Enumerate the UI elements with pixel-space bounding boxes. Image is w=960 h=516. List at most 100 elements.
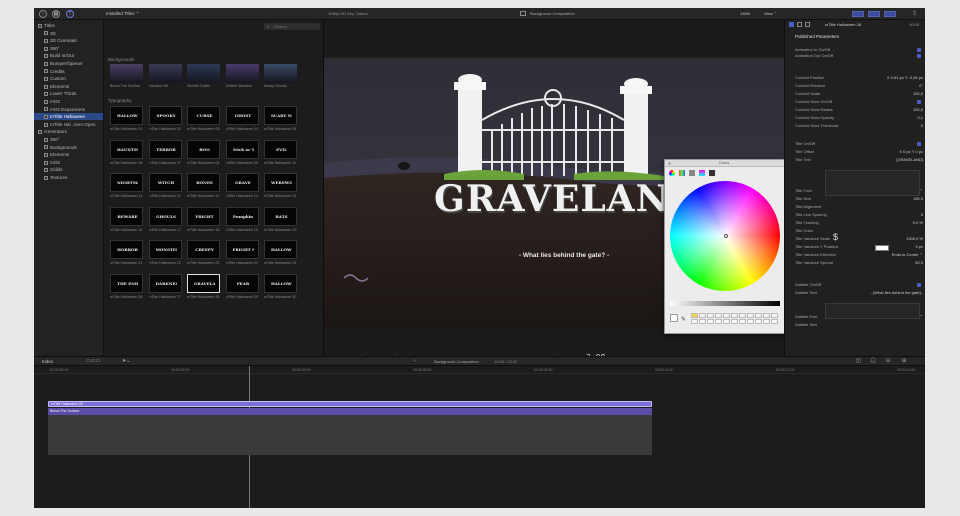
color-wheel-tab-icon[interactable] — [669, 170, 675, 176]
sidebar-item[interactable]: 3D — [34, 30, 103, 37]
picker-titlebar[interactable]: Colors — [665, 160, 784, 167]
title-color-well[interactable] — [875, 245, 889, 251]
title-thumbnail[interactable]: HALLOWEEN — [110, 106, 143, 125]
color-swatch-slot[interactable] — [699, 319, 706, 324]
sidebar-item[interactable]: mTitle Hal...leen Open — [34, 121, 103, 128]
color-swatch-slot[interactable] — [731, 319, 738, 324]
color-wheel[interactable] — [670, 181, 780, 291]
parameter-value[interactable]: 1000,0 % — [855, 236, 923, 242]
title-thumbnail[interactable]: FEAR — [225, 273, 259, 293]
color-palettes-tab-icon[interactable] — [689, 170, 695, 176]
color-swatch-slot[interactable] — [747, 313, 754, 318]
view-dropdown[interactable]: View ⌃ — [764, 11, 777, 16]
search-input[interactable]: ⌕ Search — [264, 23, 320, 30]
browser-toggle-icon[interactable]: ▦ — [52, 10, 60, 18]
parameter-value[interactable]: 0° — [855, 83, 923, 89]
color-swatch-slot[interactable] — [763, 319, 770, 324]
sidebar-item[interactable]: Build In/Out — [34, 52, 103, 59]
title-thumbnail[interactable]: BATS — [264, 206, 297, 226]
solo-icon[interactable]: 🎧 — [870, 358, 876, 364]
background-thumbnail[interactable] — [225, 64, 259, 83]
title-thumbnail[interactable]: BOO — [187, 139, 220, 159]
subtitle-text-field[interactable] — [825, 303, 920, 319]
selected-color-swatch[interactable] — [670, 314, 678, 322]
title-clip[interactable]: mTitle Halloween 28 — [48, 401, 652, 407]
title-thumbnail[interactable]: BEWARE — [110, 206, 143, 226]
title-thumbnail[interactable]: CURSE — [187, 106, 220, 125]
color-swatch-slot[interactable] — [699, 313, 706, 318]
clip-appearance-icon[interactable]: ▭▭▭ — [86, 358, 100, 364]
snapping-icon[interactable]: ⊟ — [886, 358, 890, 364]
title-thumbnail[interactable]: BONES — [187, 173, 220, 192]
background-thumbnail[interactable] — [264, 64, 297, 83]
color-swatch-slot[interactable] — [747, 319, 754, 324]
title-thumbnail[interactable]: DARKNESS — [148, 273, 182, 293]
title-thumbnail[interactable]: HALLOWEEN — [264, 240, 297, 259]
color-swatch-slot[interactable] — [707, 313, 714, 318]
audio-skimming-icon[interactable]: ◫ — [856, 358, 861, 364]
title-thumbnail[interactable]: HALLOWEEN — [264, 273, 297, 293]
title-thumbnail[interactable]: GHOST — [225, 106, 259, 125]
color-swatch-slot[interactable] — [731, 313, 738, 318]
color-swatch-slot[interactable] — [739, 319, 746, 324]
color-wheel-cursor[interactable] — [724, 234, 728, 238]
title-thumbnail[interactable]: EVIL — [264, 139, 297, 159]
share-icon[interactable]: ⇪ — [912, 10, 919, 17]
background-clip-body[interactable] — [48, 415, 652, 455]
parameter-checkbox[interactable] — [917, 100, 921, 104]
parameter-value[interactable]: 0,1 — [855, 115, 923, 121]
title-thumbnail[interactable]: Trick or Treat — [225, 139, 259, 159]
zoom-dropdown[interactable]: 130% — [740, 11, 750, 16]
title-thumbnail[interactable]: MONSTER — [148, 240, 182, 259]
parameter-value[interactable]: [GRAVELAND] — [855, 157, 923, 163]
parameter-value[interactable]: 0 — [855, 123, 923, 129]
parameter-checkbox[interactable] — [917, 54, 921, 58]
select-tool-icon[interactable]: ➤⌄ — [122, 358, 130, 364]
back-icon[interactable]: ‹ — [414, 358, 416, 364]
sidebar-item[interactable]: Elements — [34, 151, 103, 158]
library-dropdown[interactable]: Installed Titles ⌃ — [106, 11, 140, 17]
color-swatch-slot[interactable] — [691, 313, 698, 318]
sidebar-item[interactable]: 360° — [34, 45, 103, 52]
parameter-value[interactable]: 50,0 — [855, 260, 923, 266]
color-swatch-slot[interactable] — [771, 319, 778, 324]
video-inspector-icon[interactable] — [797, 22, 802, 27]
sidebar-item[interactable]: Backgrounds — [34, 144, 103, 151]
color-swatch-slot[interactable] — [723, 319, 730, 324]
browser-view-button[interactable] — [868, 11, 880, 17]
parameter-value[interactable]: 0,0 % — [855, 220, 923, 226]
title-text-field[interactable] — [825, 170, 920, 196]
color-swatch-slot[interactable] — [755, 319, 762, 324]
title-thumbnail[interactable]: CREEPY — [187, 240, 220, 259]
info-inspector-icon[interactable] — [805, 22, 810, 27]
background-thumbnail[interactable] — [148, 64, 182, 83]
sidebar-item[interactable]: 3D Cinematic — [34, 37, 103, 44]
color-swatch-slot[interactable] — [723, 313, 730, 318]
timeline-ruler[interactable]: 00:00:00:00 00:00:02:00 00:00:04:00 00:00:0… — [34, 366, 925, 374]
sidebar-item[interactable]: mO2 Expansions — [34, 106, 103, 113]
title-thumbnail[interactable]: TERROR — [148, 139, 182, 159]
sidebar-item[interactable]: mO2 — [34, 159, 103, 166]
sidebar-item[interactable]: Credits — [34, 68, 103, 75]
title-thumbnail[interactable]: GHOULS — [148, 206, 182, 226]
title-thumbnail[interactable]: WITCH — [148, 173, 182, 192]
library-toggle-icon[interactable]: ‹ — [39, 10, 47, 18]
inspector-view-button[interactable] — [852, 11, 864, 17]
timeline[interactable]: 00:00:00:00 00:00:02:00 00:00:04:00 00:00:0… — [34, 366, 925, 508]
title-thumbnail[interactable]: NIGHTMARE — [110, 173, 143, 192]
sidebar-item[interactable]: mTitle Halloween — [34, 113, 103, 121]
parameter-value[interactable]: X 0 px Y 0 px — [855, 149, 923, 155]
zoom-icon[interactable]: ⊞ — [902, 358, 906, 364]
sidebar-item[interactable]: Custom — [34, 75, 103, 82]
title-thumbnail[interactable]: SCARY NIGHT — [264, 106, 297, 125]
color-swatch-slot[interactable] — [707, 319, 714, 324]
color-swatch-slot[interactable] — [691, 319, 698, 324]
titles-generators-icon[interactable]: T — [66, 10, 74, 18]
color-sliders-tab-icon[interactable] — [679, 170, 685, 176]
color-swatch-slot[interactable] — [715, 313, 722, 318]
pencils-tab-icon[interactable] — [709, 170, 715, 176]
sidebar-item[interactable]: Generators — [34, 128, 103, 135]
brightness-slider[interactable] — [670, 301, 780, 306]
title-thumbnail[interactable]: FRIGHT — [187, 206, 220, 226]
sidebar-item[interactable]: mO2 — [34, 98, 103, 105]
